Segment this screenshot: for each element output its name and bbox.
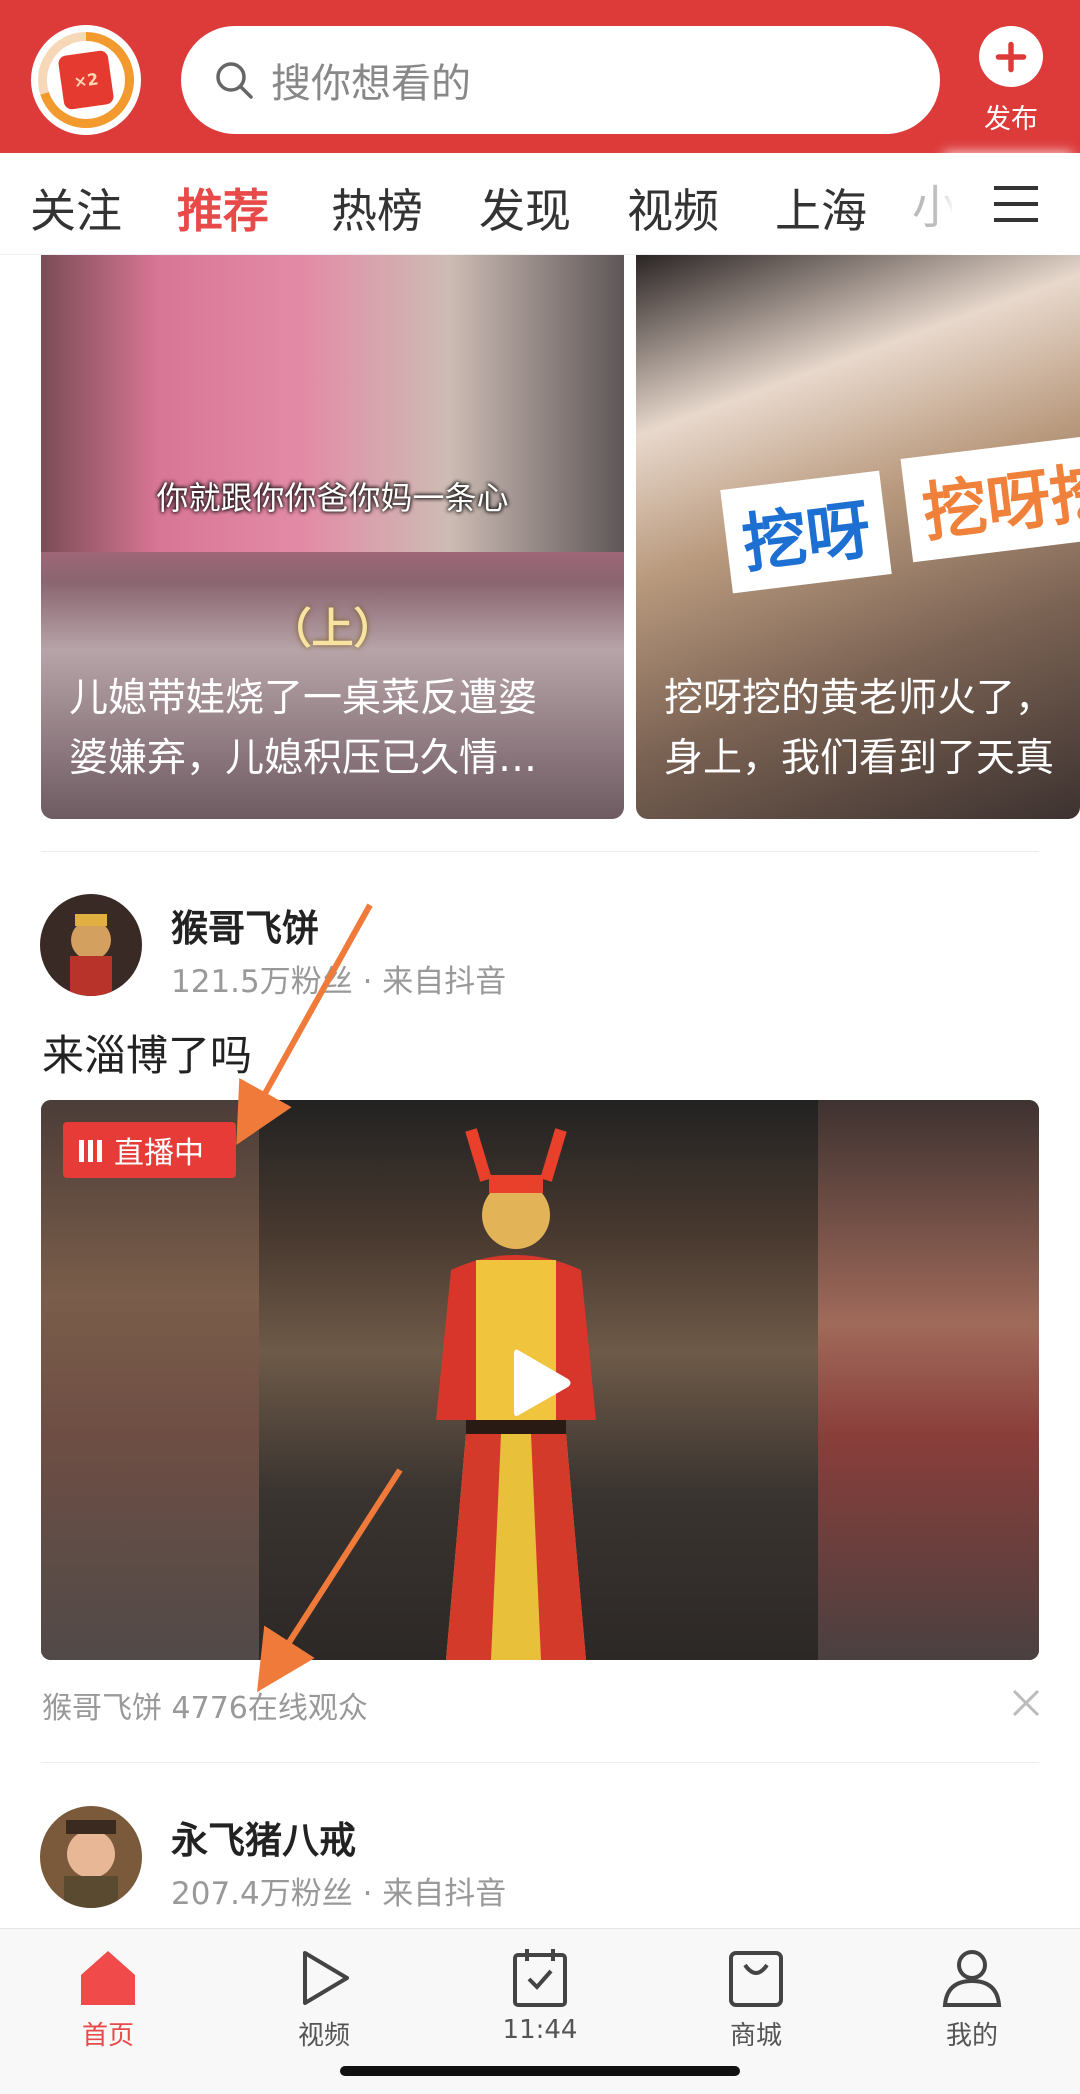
tab-hot[interactable]: 热榜 — [331, 175, 423, 241]
menu-button[interactable] — [952, 153, 1080, 255]
author-name[interactable]: 猴哥飞饼 — [171, 898, 319, 952]
tab-partial[interactable]: 小 — [912, 171, 952, 237]
home-icon — [81, 1951, 135, 2005]
card-title: 儿媳带娃烧了一桌菜反遭婆 婆嫌弃，儿媳积压已久情… — [69, 676, 538, 781]
user-icon — [942, 1950, 1002, 2007]
tab-recommend[interactable]: 推荐 — [177, 175, 269, 241]
nav-profile[interactable]: 我的 — [912, 1947, 1032, 2052]
close-icon[interactable] — [1006, 1683, 1046, 1723]
tab-discover[interactable]: 发现 — [479, 175, 571, 241]
live-bars-icon — [79, 1138, 102, 1162]
search-bar[interactable]: 搜你想看的 — [181, 26, 940, 134]
play-icon[interactable] — [496, 1340, 582, 1426]
publish-label: 发布 — [984, 104, 1038, 135]
avatar[interactable] — [40, 1806, 142, 1908]
nav-video[interactable]: 视频 — [264, 1947, 384, 2052]
nav-mall[interactable]: 商城 — [696, 1947, 816, 2052]
menu-icon — [994, 186, 1038, 222]
sticker-text: 挖呀 — [720, 470, 892, 594]
tab-video[interactable]: 视频 — [627, 175, 719, 241]
red-envelope-icon: ×2 — [57, 49, 115, 111]
search-placeholder: 搜你想看的 — [271, 61, 471, 107]
divider — [41, 851, 1039, 852]
part-label: （上） — [269, 604, 396, 653]
top-bar: ×2 搜你想看的 发布 — [0, 0, 1080, 153]
publish-button[interactable]: 发布 — [972, 26, 1050, 136]
play-icon — [303, 1951, 349, 2005]
divider — [41, 1762, 1039, 1763]
author-meta: 121.5万粉丝 · 来自抖音 — [171, 964, 507, 1000]
live-video-player[interactable]: 直播中 — [41, 1100, 1039, 1660]
video-subtitle: 你就跟你你爸你妈一条心 — [156, 479, 509, 517]
card-title: 挖呀挖的黄老师火了， 身上，我们看到了天真 — [664, 676, 1055, 781]
category-tabs: 关注 推荐 热榜 发现 视频 上海 小 — [0, 153, 1080, 255]
live-badge: 直播中 — [63, 1122, 236, 1178]
feed-card[interactable]: 你就跟你你爸你妈一条心 （上） 儿媳带娃烧了一桌菜反遭婆 婆嫌弃，儿媳积压已久情… — [41, 255, 624, 819]
feed-card[interactable]: 挖呀 挖呀挖 挖呀挖的黄老师火了， 身上，我们看到了天真 — [636, 255, 1080, 819]
live-viewer-count: 猴哥飞饼 4776在线观众 — [42, 1691, 368, 1726]
tab-follow[interactable]: 关注 — [30, 175, 122, 241]
author-name[interactable]: 永飞猪八戒 — [171, 1810, 356, 1864]
tab-shanghai[interactable]: 上海 — [775, 175, 867, 241]
search-icon — [216, 62, 253, 99]
calendar-check-icon — [513, 1949, 567, 2007]
progress-ring: ×2 — [38, 32, 134, 128]
sticker-text: 挖呀挖 — [900, 431, 1080, 563]
home-indicator — [340, 2066, 740, 2076]
shopping-bag-icon — [729, 1951, 783, 2007]
plus-icon — [979, 26, 1043, 87]
nav-home[interactable]: 首页 — [48, 1947, 168, 2052]
post-text: 来淄博了吗 — [42, 1031, 253, 1080]
avatar[interactable] — [40, 894, 142, 996]
reward-badge[interactable]: ×2 — [31, 25, 141, 135]
nav-calendar[interactable]: 11:44 — [480, 1947, 600, 2045]
author-meta: 207.4万粉丝 · 来自抖音 — [171, 1876, 507, 1912]
